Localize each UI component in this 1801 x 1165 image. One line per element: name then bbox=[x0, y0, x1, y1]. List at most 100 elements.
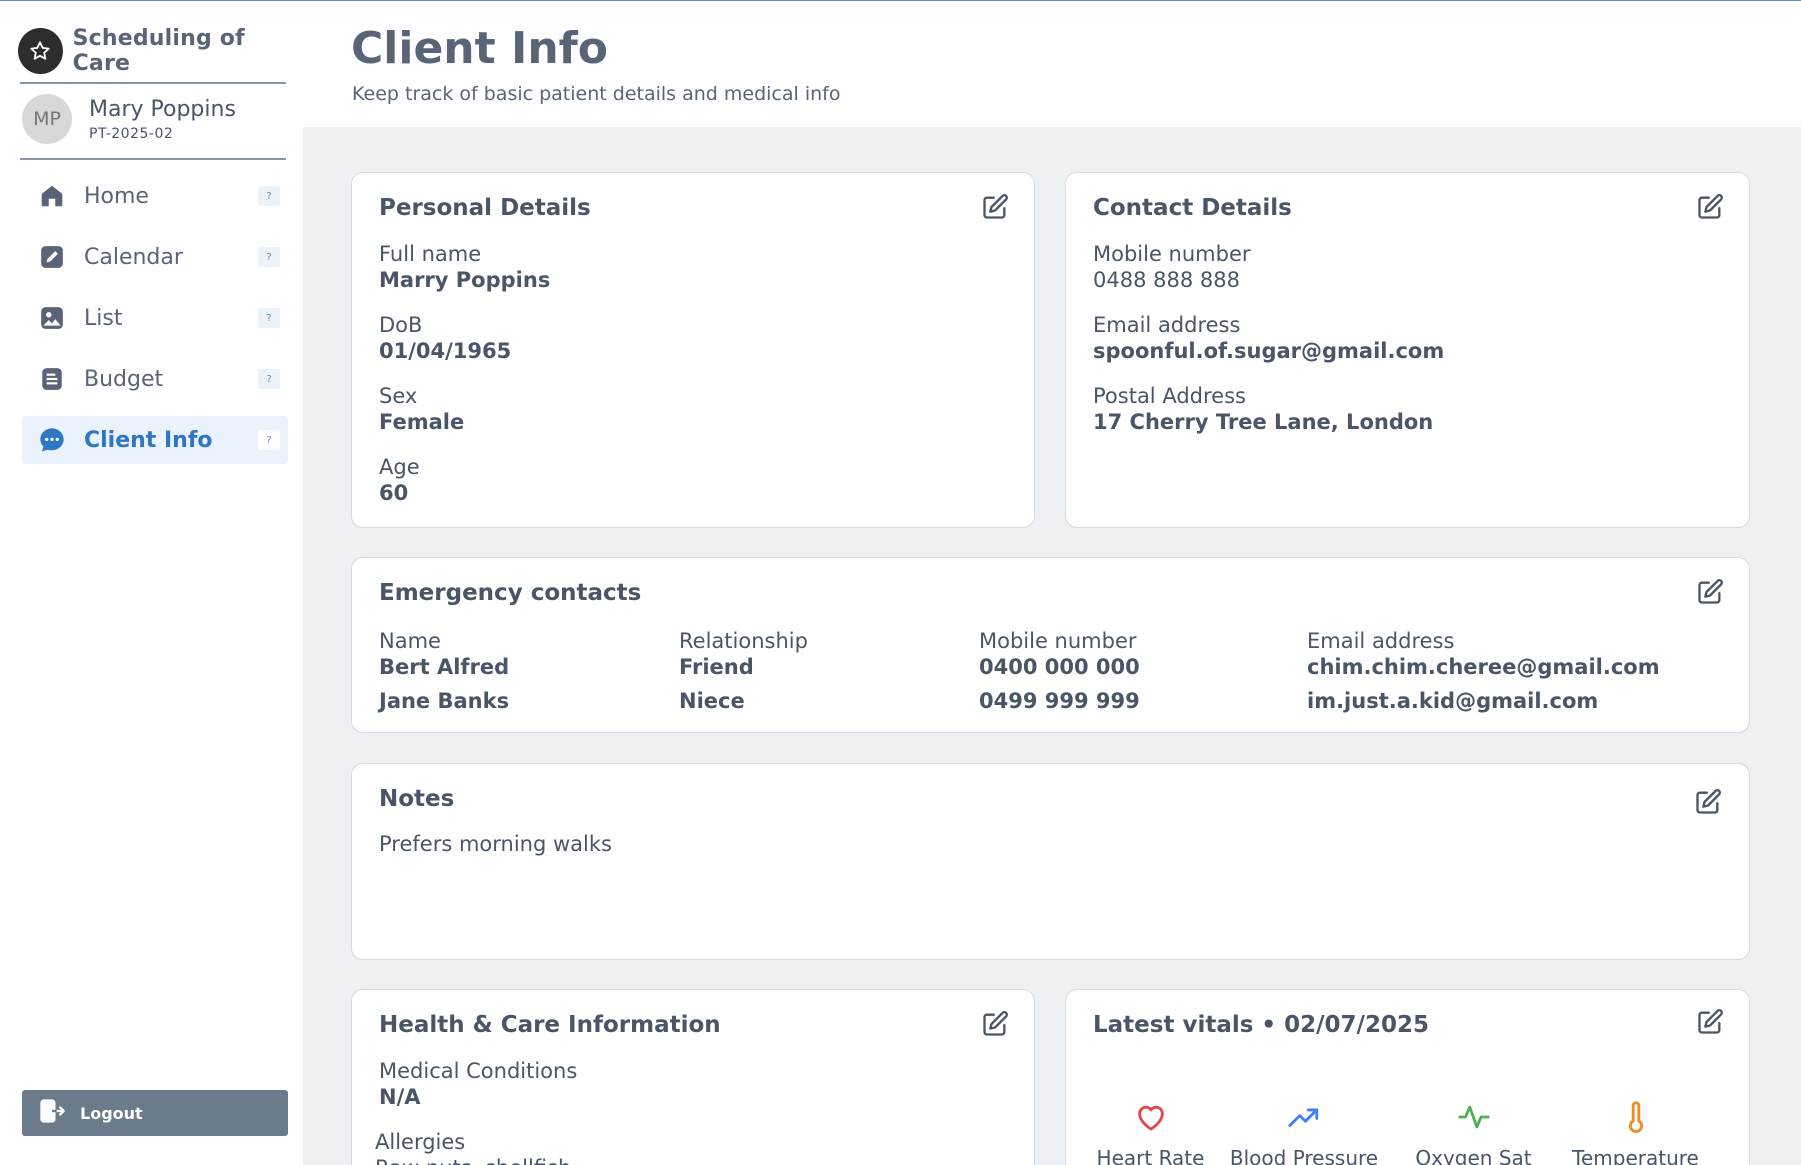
thermometer-icon bbox=[1563, 1100, 1708, 1134]
vital-temperature[interactable]: Temperature bbox=[1563, 1100, 1708, 1165]
pulse-icon bbox=[1411, 1100, 1536, 1134]
field-value: Raw nuts, shellfish bbox=[375, 1155, 571, 1165]
avatar: MP bbox=[22, 94, 72, 144]
table-cell: Niece bbox=[679, 689, 745, 713]
page-subtitle: Keep track of basic patient details and … bbox=[352, 83, 841, 105]
column-header: Relationship bbox=[679, 629, 808, 653]
profile: MP Mary Poppins PT-2025-02 bbox=[22, 94, 236, 144]
dob-field: DoB 01/04/1965 bbox=[379, 312, 511, 364]
vital-label: Oxygen Sat bbox=[1415, 1146, 1532, 1165]
table-cell: Friend bbox=[679, 655, 754, 679]
emergency-contacts-card: Emergency contacts Name Bert Alfred Jane… bbox=[351, 557, 1750, 733]
email-field: Email address spoonful.of.sugar@gmail.co… bbox=[1093, 312, 1444, 364]
edit-icon[interactable] bbox=[981, 193, 1009, 221]
full-name-field: Full name Marry Poppins bbox=[379, 241, 550, 293]
help-badge[interactable]: ? bbox=[258, 186, 280, 206]
field-value: 0488 888 888 bbox=[1093, 268, 1240, 292]
logout-button[interactable]: Logout bbox=[22, 1090, 288, 1136]
field-label: Email address bbox=[1093, 313, 1241, 337]
field-label: Postal Address bbox=[1093, 384, 1246, 408]
sidebar-item-home[interactable]: Home ? bbox=[22, 172, 288, 220]
profile-name: Mary Poppins bbox=[89, 96, 236, 122]
card-title: Notes bbox=[379, 786, 455, 812]
brand[interactable]: Scheduling of Care bbox=[18, 26, 303, 76]
sidebar-item-label: List bbox=[84, 305, 123, 331]
table-cell: im.just.a.kid@gmail.com bbox=[1307, 689, 1599, 713]
field-value: 17 Cherry Tree Lane, London bbox=[1093, 410, 1434, 434]
edit-icon[interactable] bbox=[1696, 193, 1724, 221]
field-value: Female bbox=[379, 410, 465, 434]
app-name: Scheduling of Care bbox=[72, 26, 245, 76]
sidebar-item-label: Client Info bbox=[84, 427, 213, 453]
vital-heart-rate[interactable]: Heart Rate bbox=[1093, 1100, 1208, 1165]
latest-vitals-card: Latest vitals • 02/07/2025 Heart Rate Bl… bbox=[1065, 989, 1750, 1165]
chat-bubble-icon bbox=[38, 426, 66, 454]
notes-card: Notes Prefers morning walks bbox=[351, 763, 1750, 960]
health-care-card: Health & Care Information Medical Condit… bbox=[351, 989, 1035, 1165]
table-cell: 0400 000 000 bbox=[979, 655, 1140, 679]
sidebar-item-label: Home bbox=[84, 183, 149, 209]
page-header: Client Info Keep track of basic patient … bbox=[303, 1, 1801, 127]
sidebar: Scheduling of Care MP Mary Poppins PT-20… bbox=[0, 1, 303, 1165]
sidebar-item-client-info[interactable]: Client Info ? bbox=[22, 416, 288, 464]
star-icon bbox=[18, 28, 63, 74]
card-title: Emergency contacts bbox=[379, 580, 642, 606]
medical-conditions-field: Medical Conditions N/A bbox=[379, 1058, 577, 1110]
field-label: DoB bbox=[379, 313, 423, 337]
notes-text: Prefers morning walks bbox=[379, 832, 612, 856]
sidebar-item-list[interactable]: List ? bbox=[22, 294, 288, 342]
field-value: 01/04/1965 bbox=[379, 339, 512, 363]
edit-icon[interactable] bbox=[1696, 578, 1724, 606]
help-badge[interactable]: ? bbox=[258, 369, 280, 389]
vital-blood-pressure[interactable]: Blood Pressure bbox=[1224, 1100, 1384, 1165]
card-title: Latest vitals • 02/07/2025 bbox=[1093, 1012, 1429, 1038]
divider bbox=[20, 158, 286, 160]
table-cell: Jane Banks bbox=[379, 689, 510, 713]
page-title: Client Info bbox=[351, 23, 609, 74]
image-icon bbox=[38, 304, 66, 332]
vital-label: Heart Rate bbox=[1096, 1146, 1205, 1165]
field-label: Mobile number bbox=[1093, 242, 1251, 266]
document-icon bbox=[38, 365, 66, 393]
trending-up-icon bbox=[1224, 1100, 1384, 1134]
vital-label: Temperature bbox=[1572, 1146, 1699, 1165]
main-content: Client Info Keep track of basic patient … bbox=[303, 1, 1801, 1165]
sex-field: Sex Female bbox=[379, 383, 464, 435]
field-value: 60 bbox=[379, 481, 409, 505]
mobile-field: Mobile number 0488 888 888 bbox=[1093, 241, 1251, 293]
sidebar-item-label: Budget bbox=[84, 366, 164, 392]
age-field: Age 60 bbox=[379, 454, 420, 506]
field-label: Age bbox=[379, 455, 420, 479]
card-title: Personal Details bbox=[379, 195, 591, 221]
edit-icon[interactable] bbox=[981, 1010, 1009, 1038]
name-column: Name Bert Alfred Jane Banks bbox=[379, 628, 509, 714]
card-title: Contact Details bbox=[1093, 195, 1292, 221]
field-value: N/A bbox=[379, 1085, 421, 1109]
contact-details-card: Contact Details Mobile number 0488 888 8… bbox=[1065, 172, 1750, 528]
field-label: Medical Conditions bbox=[379, 1059, 578, 1083]
sidebar-item-label: Calendar bbox=[84, 244, 183, 270]
field-value: Marry Poppins bbox=[379, 268, 551, 292]
help-badge[interactable]: ? bbox=[258, 430, 280, 450]
column-header: Mobile number bbox=[979, 629, 1137, 653]
sidebar-item-budget[interactable]: Budget ? bbox=[22, 355, 288, 403]
field-label: Full name bbox=[379, 242, 482, 266]
edit-square-icon bbox=[38, 243, 66, 271]
edit-icon[interactable] bbox=[1696, 1008, 1724, 1036]
card-title: Health & Care Information bbox=[379, 1012, 721, 1038]
logout-icon bbox=[38, 1097, 66, 1129]
help-badge[interactable]: ? bbox=[258, 308, 280, 328]
edit-icon[interactable] bbox=[1694, 788, 1722, 816]
sidebar-item-calendar[interactable]: Calendar ? bbox=[22, 233, 288, 281]
table-cell: 0499 999 999 bbox=[979, 689, 1140, 713]
postal-field: Postal Address 17 Cherry Tree Lane, Lond… bbox=[1093, 383, 1433, 435]
divider bbox=[20, 82, 286, 84]
help-badge[interactable]: ? bbox=[258, 247, 280, 267]
logout-label: Logout bbox=[80, 1103, 143, 1123]
vital-oxygen-sat[interactable]: Oxygen Sat bbox=[1411, 1100, 1536, 1165]
column-header: Email address bbox=[1307, 629, 1455, 653]
mobile-column: Mobile number 0400 000 000 0499 999 999 bbox=[979, 628, 1140, 714]
email-column: Email address chim.chim.cheree@gmail.com… bbox=[1307, 628, 1660, 714]
table-cell: Bert Alfred bbox=[379, 655, 510, 679]
allergies-field: Allergies Raw nuts, shellfish bbox=[375, 1129, 571, 1165]
